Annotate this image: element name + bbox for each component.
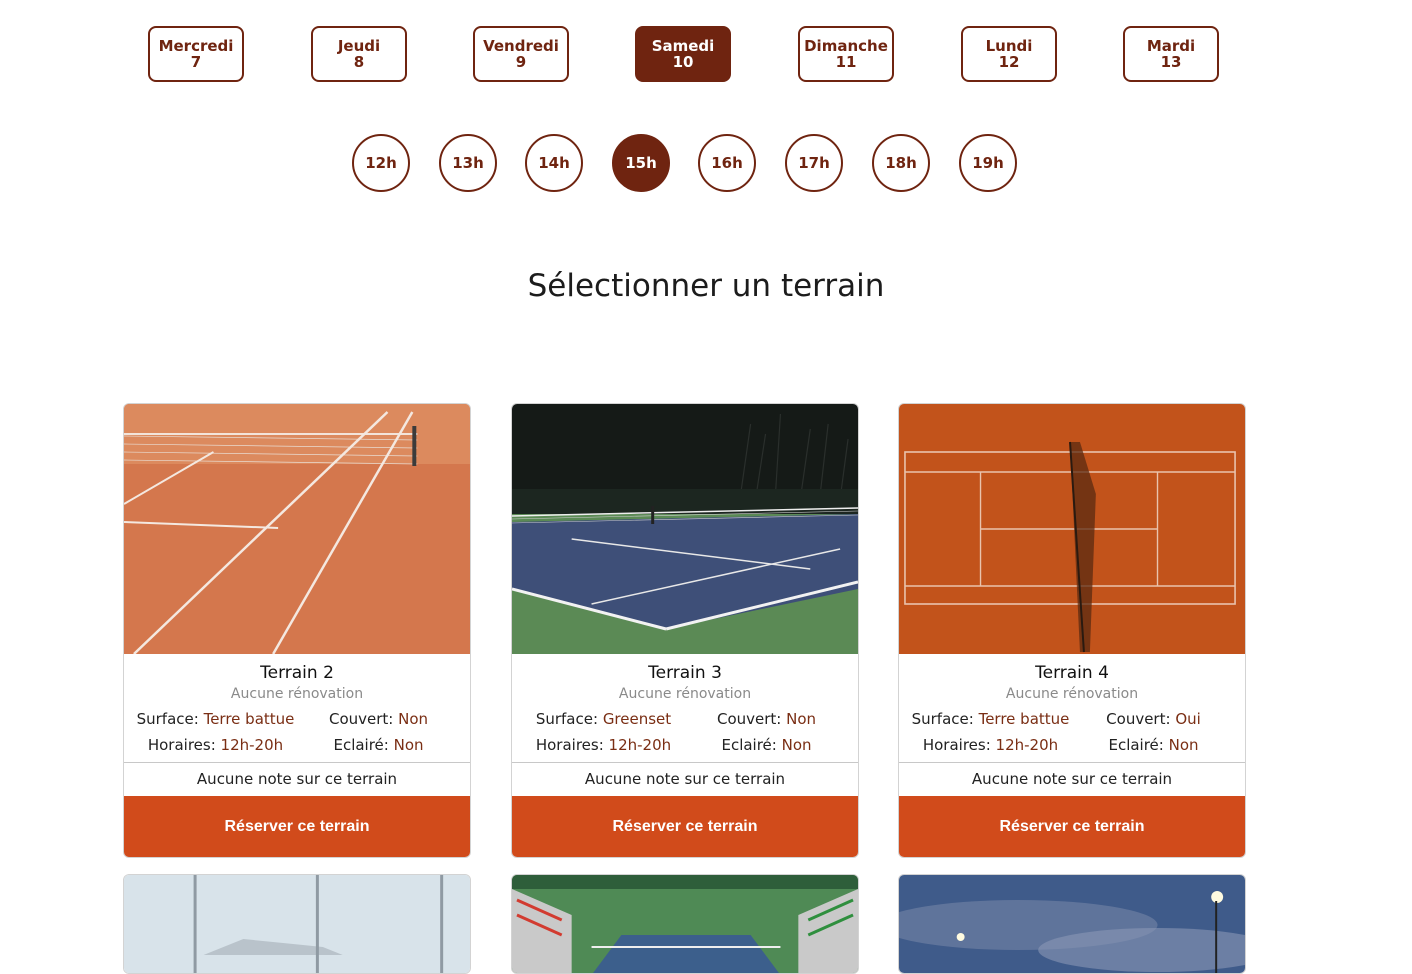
hour-button-16h[interactable]: 16h <box>698 134 756 192</box>
day-button-mardi[interactable]: Mardi 13 <box>1123 26 1219 82</box>
day-number: 7 <box>190 53 202 71</box>
covered-prop: Couvert: Oui <box>1106 710 1201 728</box>
day-name: Dimanche <box>804 37 888 55</box>
day-name: Vendredi <box>483 37 559 55</box>
day-number: 8 <box>353 53 365 71</box>
day-button-vendredi[interactable]: Vendredi 9 <box>473 26 569 82</box>
court-rating: Aucune note sur ce terrain <box>899 762 1245 796</box>
court-photo <box>124 404 470 654</box>
day-selector: Mercredi 7 Jeudi 8 Vendredi 9 Samedi 10 … <box>0 26 1412 86</box>
court-photo <box>899 404 1245 654</box>
hour-button-15h[interactable]: 15h <box>612 134 670 192</box>
court-card <box>123 874 471 974</box>
court-properties: Surface: Terre battue Couvert: Non Horai… <box>124 704 470 762</box>
section-title: Sélectionner un terrain <box>527 268 885 304</box>
day-number: 10 <box>672 53 694 71</box>
court-card <box>511 874 859 974</box>
court-card: Terrain 4 Aucune rénovation Surface: Ter… <box>898 403 1246 858</box>
court-rating: Aucune note sur ce terrain <box>512 762 858 796</box>
hour-button-13h[interactable]: 13h <box>439 134 497 192</box>
court-properties: Surface: Greenset Couvert: Non Horaires:… <box>512 704 858 762</box>
court-photo <box>512 875 858 973</box>
hours-prop: Horaires: 12h-20h <box>147 736 284 754</box>
lit-prop: Eclairé: Non <box>721 736 812 754</box>
reserve-button[interactable]: Réserver ce terrain <box>899 796 1245 857</box>
surface-prop: Surface: Greenset <box>535 710 672 728</box>
day-number: 11 <box>835 53 857 71</box>
court-card: Terrain 2 Aucune rénovation Surface: Ter… <box>123 403 471 858</box>
reserve-button[interactable]: Réserver ce terrain <box>124 796 470 857</box>
reserve-button[interactable]: Réserver ce terrain <box>512 796 858 857</box>
day-button-dimanche[interactable]: Dimanche 11 <box>798 26 894 82</box>
hour-button-19h[interactable]: 19h <box>959 134 1017 192</box>
lit-prop: Eclairé: Non <box>1108 736 1199 754</box>
court-name: Terrain 2 <box>260 663 334 683</box>
day-button-jeudi[interactable]: Jeudi 8 <box>311 26 407 82</box>
hour-button-12h[interactable]: 12h <box>352 134 410 192</box>
court-photo <box>512 404 858 654</box>
day-name: Mercredi <box>158 37 234 55</box>
surface-prop: Surface: Terre battue <box>911 710 1070 728</box>
court-card <box>898 874 1246 974</box>
court-photo <box>124 875 470 973</box>
day-name: Jeudi <box>337 37 381 55</box>
day-number: 13 <box>1160 53 1182 71</box>
hour-selector: 12h 13h 14h 15h 16h 17h 18h 19h <box>0 134 1412 194</box>
day-button-mercredi[interactable]: Mercredi 7 <box>148 26 244 82</box>
court-properties: Surface: Terre battue Couvert: Oui Horai… <box>899 704 1245 762</box>
court-name: Terrain 4 <box>1035 663 1109 683</box>
day-button-samedi[interactable]: Samedi 10 <box>635 26 731 82</box>
lit-prop: Eclairé: Non <box>333 736 424 754</box>
hour-button-17h[interactable]: 17h <box>785 134 843 192</box>
covered-prop: Couvert: Non <box>328 710 429 728</box>
day-name: Mardi <box>1146 37 1196 55</box>
court-renovation: Aucune rénovation <box>618 686 752 702</box>
hour-button-18h[interactable]: 18h <box>872 134 930 192</box>
court-card: Terrain 3 Aucune rénovation Surface: Gre… <box>511 403 859 858</box>
court-photo <box>899 875 1245 973</box>
court-name: Terrain 3 <box>648 663 722 683</box>
day-number: 12 <box>998 53 1020 71</box>
court-rating: Aucune note sur ce terrain <box>124 762 470 796</box>
day-name: Samedi <box>651 37 715 55</box>
day-button-lundi[interactable]: Lundi 12 <box>961 26 1057 82</box>
covered-prop: Couvert: Non <box>716 710 817 728</box>
hours-prop: Horaires: 12h-20h <box>535 736 672 754</box>
court-renovation: Aucune rénovation <box>230 686 364 702</box>
court-renovation: Aucune rénovation <box>1005 686 1139 702</box>
hour-button-14h[interactable]: 14h <box>525 134 583 192</box>
hours-prop: Horaires: 12h-20h <box>922 736 1059 754</box>
day-name: Lundi <box>985 37 1033 55</box>
surface-prop: Surface: Terre battue <box>136 710 295 728</box>
day-number: 9 <box>515 53 527 71</box>
